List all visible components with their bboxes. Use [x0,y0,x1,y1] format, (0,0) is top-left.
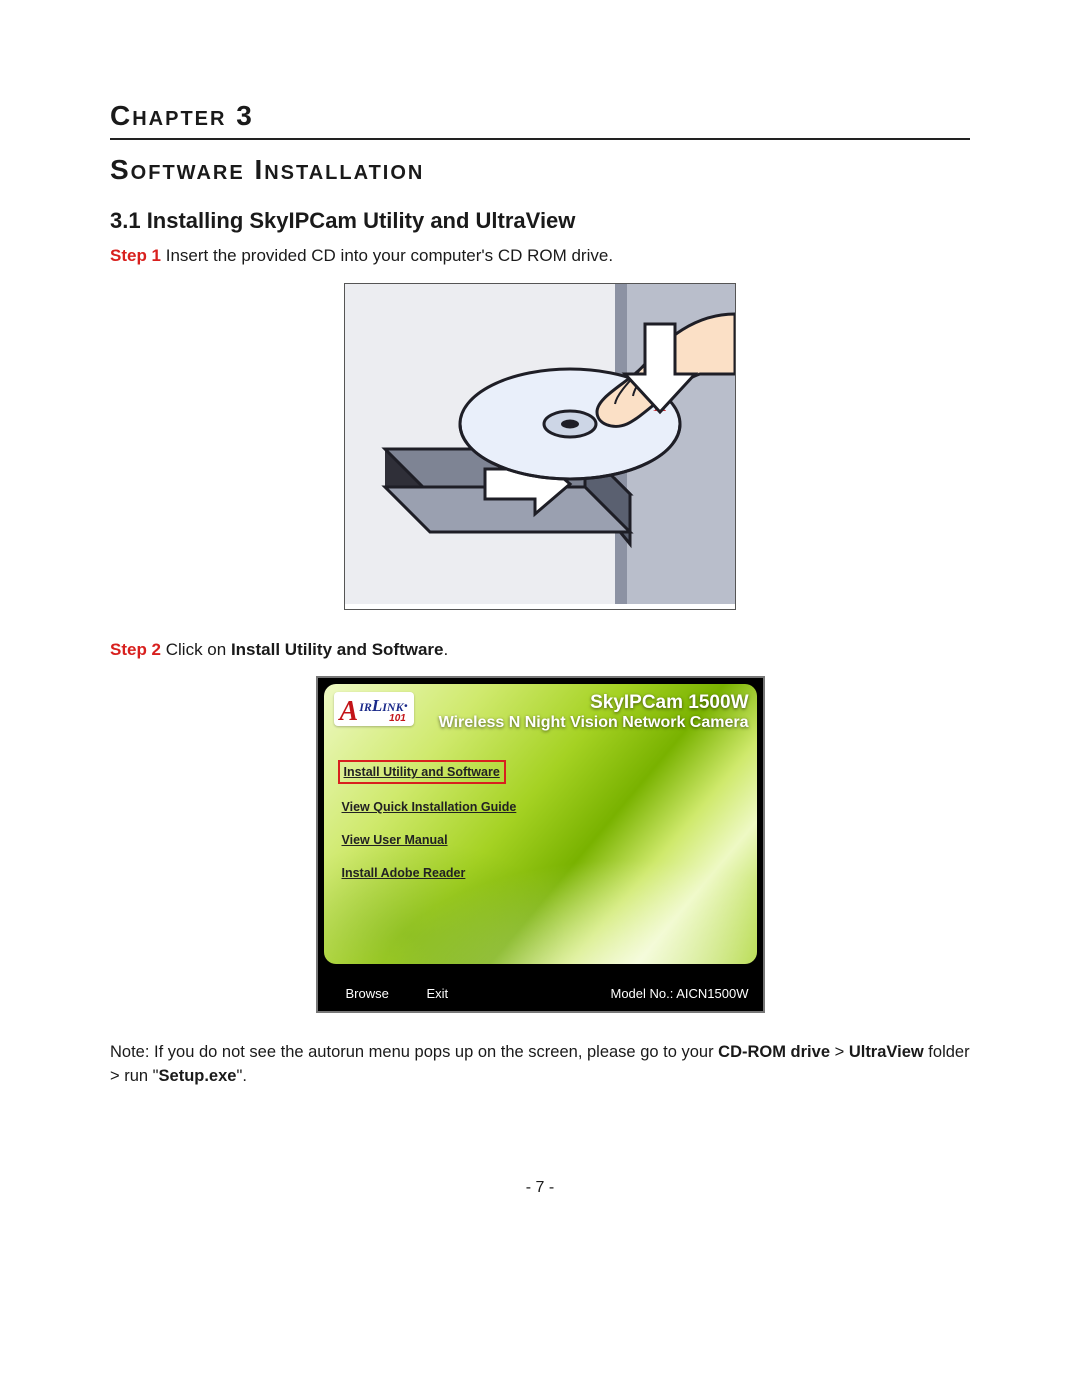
menu-quick-guide[interactable]: View Quick Installation Guide [338,797,521,817]
note-cdrom: CD-ROM drive [718,1043,830,1061]
installer-bottom-bar: Browse Exit Model No.: AICN1500W [318,964,763,1011]
installer-menu: Install Utility and Software View Quick … [324,732,757,896]
note-ultraview: UltraView [849,1043,924,1061]
model-number: Model No.: AICN1500W [610,986,748,1001]
installer-top-panel: A irLink· 101 SkyIPCam 1500W Wireless N … [324,684,757,964]
menu-install-utility[interactable]: Install Utility and Software [338,760,506,784]
step-2-before: Click on [161,640,231,659]
note-text: Note: If you do not see the autorun menu… [110,1041,970,1089]
note-setup: Setup.exe [159,1067,237,1085]
page-number: - 7 - [110,1179,970,1197]
menu-user-manual[interactable]: View User Manual [338,830,452,850]
product-desc: Wireless N Night Vision Network Camera [439,714,749,732]
step-2-text: Step 2 Click on Install Utility and Soft… [110,638,970,663]
step-1-label: Step 1 [110,246,161,265]
divider [110,138,970,140]
chapter-title: Software Installation [110,154,970,186]
menu-adobe-reader[interactable]: Install Adobe Reader [338,863,470,883]
cd-insert-illustration: AirLink 101 [344,283,736,610]
step-1-body: Insert the provided CD into your compute… [161,246,613,265]
figure-cd-insert: AirLink 101 [110,283,970,610]
browse-button[interactable]: Browse [346,986,389,1001]
step-2-label: Step 2 [110,640,161,659]
installer-window: A irLink· 101 SkyIPCam 1500W Wireless N … [316,676,765,1013]
figure-installer: A irLink· 101 SkyIPCam 1500W Wireless N … [110,676,970,1013]
step-2-after: . [444,640,449,659]
brand-logo: A irLink· 101 [334,692,414,726]
product-name: SkyIPCam 1500W [439,692,749,714]
section-heading: 3.1 Installing SkyIPCam Utility and Ultr… [110,208,970,234]
step-2-bold: Install Utility and Software [231,640,444,659]
product-titles: SkyIPCam 1500W Wireless N Night Vision N… [439,692,749,732]
document-page: Chapter 3 Software Installation 3.1 Inst… [0,0,1080,1237]
brand-a: A [340,700,360,724]
chapter-label: Chapter 3 [110,100,970,132]
exit-button[interactable]: Exit [426,986,448,1001]
step-1-text: Step 1 Insert the provided CD into your … [110,244,970,269]
